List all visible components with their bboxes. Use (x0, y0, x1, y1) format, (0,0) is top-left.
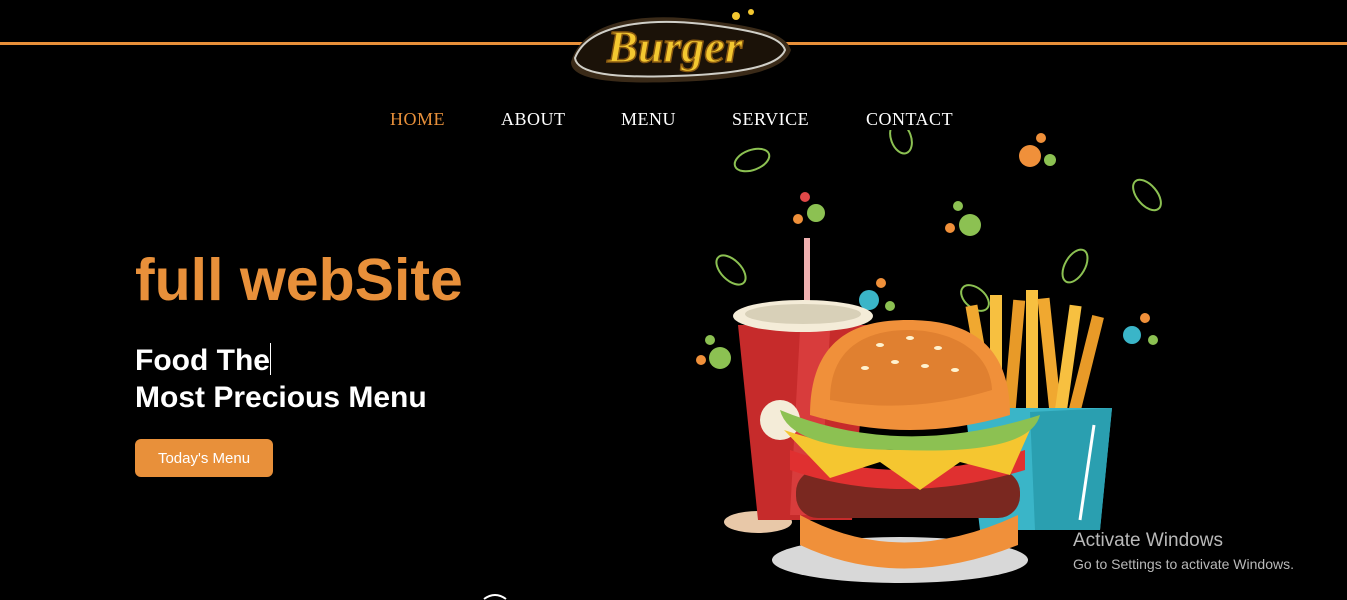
activate-windows-title: Activate Windows (1073, 530, 1223, 551)
nav-contact[interactable]: CONTACT (866, 109, 953, 130)
hero-subtitle: Food The Most Precious Menu (135, 342, 427, 416)
nav-about[interactable]: ABOUT (501, 109, 566, 130)
activate-windows-watermark: Activate Windows Go to Settings to activ… (1073, 530, 1294, 572)
nav-menu[interactable]: MENU (621, 109, 676, 130)
hero-subtitle-line1: Food The (135, 344, 270, 377)
todays-menu-button[interactable]: Today's Menu (135, 439, 273, 477)
nav-service[interactable]: SERVICE (732, 109, 809, 130)
nav-home[interactable]: HOME (390, 109, 445, 130)
scroll-indicator-icon (483, 594, 507, 600)
activate-windows-hint: Go to Settings to activate Windows. (1073, 556, 1294, 572)
hero-title: full webSite (135, 247, 463, 313)
logo-text: Burger (606, 21, 744, 72)
brand-logo[interactable]: Burger (553, 2, 797, 88)
text-cursor (269, 343, 271, 375)
hero-subtitle-line2: Most Precious Menu (135, 381, 427, 414)
